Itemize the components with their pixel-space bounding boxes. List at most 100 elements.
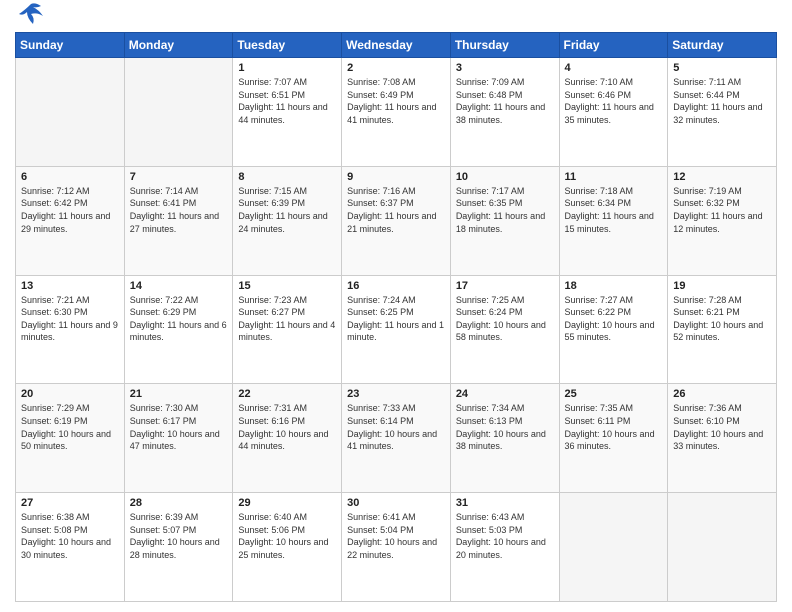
- table-row: 15 Sunrise: 7:23 AM Sunset: 6:27 PM Dayli…: [233, 275, 342, 384]
- day-number: 8: [238, 171, 336, 183]
- day-number: 11: [565, 171, 663, 183]
- col-sunday: Sunday: [16, 33, 125, 58]
- col-friday: Friday: [559, 33, 668, 58]
- day-info: Sunrise: 7:10 AM Sunset: 6:46 PM Dayligh…: [565, 76, 663, 126]
- day-number: 25: [565, 388, 663, 400]
- day-info: Sunrise: 7:11 AM Sunset: 6:44 PM Dayligh…: [673, 76, 771, 126]
- calendar-table: Sunday Monday Tuesday Wednesday Thursday…: [15, 32, 777, 602]
- col-wednesday: Wednesday: [342, 33, 451, 58]
- day-info: Sunrise: 7:35 AM Sunset: 6:11 PM Dayligh…: [565, 402, 663, 452]
- table-row: 16 Sunrise: 7:24 AM Sunset: 6:25 PM Dayli…: [342, 275, 451, 384]
- day-info: Sunrise: 7:28 AM Sunset: 6:21 PM Dayligh…: [673, 294, 771, 344]
- day-info: Sunrise: 7:07 AM Sunset: 6:51 PM Dayligh…: [238, 76, 336, 126]
- col-saturday: Saturday: [668, 33, 777, 58]
- table-row: 3 Sunrise: 7:09 AM Sunset: 6:48 PM Daylig…: [450, 58, 559, 167]
- day-number: 17: [456, 280, 554, 292]
- table-row: 9Sunrise: 7:16 AM Sunset: 6:37 PM Daylig…: [342, 166, 451, 275]
- calendar-week-row: 1 Sunrise: 7:07 AM Sunset: 6:51 PM Daylig…: [16, 58, 777, 167]
- table-row: 12Sunrise: 7:19 AM Sunset: 6:32 PM Dayli…: [668, 166, 777, 275]
- day-info: Sunrise: 6:41 AM Sunset: 5:04 PM Dayligh…: [347, 511, 445, 561]
- day-number: 16: [347, 280, 445, 292]
- table-row: 22 Sunrise: 7:31 AM Sunset: 6:16 PM Dayli…: [233, 384, 342, 493]
- table-row: 23 Sunrise: 7:33 AM Sunset: 6:14 PM Dayli…: [342, 384, 451, 493]
- table-row: 28 Sunrise: 6:39 AM Sunset: 5:07 PM Dayli…: [124, 493, 233, 602]
- day-number: 23: [347, 388, 445, 400]
- table-row: 20Sunrise: 7:29 AM Sunset: 6:19 PM Dayli…: [16, 384, 125, 493]
- table-row: 2Sunrise: 7:08 AM Sunset: 6:49 PM Daylig…: [342, 58, 451, 167]
- day-info: Sunrise: 7:31 AM Sunset: 6:16 PM Dayligh…: [238, 402, 336, 452]
- col-tuesday: Tuesday: [233, 33, 342, 58]
- day-number: 12: [673, 171, 771, 183]
- logo: [15, 10, 45, 24]
- table-row: 7 Sunrise: 7:14 AM Sunset: 6:41 PM Daylig…: [124, 166, 233, 275]
- day-number: 1: [238, 62, 336, 74]
- table-row: 21Sunrise: 7:30 AM Sunset: 6:17 PM Dayli…: [124, 384, 233, 493]
- header: [15, 10, 777, 24]
- day-number: 6: [21, 171, 119, 183]
- day-number: 18: [565, 280, 663, 292]
- day-info: Sunrise: 7:23 AM Sunset: 6:27 PM Dayligh…: [238, 294, 336, 344]
- day-info: Sunrise: 7:30 AM Sunset: 6:17 PM Dayligh…: [130, 402, 228, 452]
- table-row: 27 Sunrise: 6:38 AM Sunset: 5:08 PM Dayli…: [16, 493, 125, 602]
- day-number: 15: [238, 280, 336, 292]
- table-row: 10 Sunrise: 7:17 AM Sunset: 6:35 PM Dayli…: [450, 166, 559, 275]
- day-number: 19: [673, 280, 771, 292]
- table-row: 8 Sunrise: 7:15 AM Sunset: 6:39 PM Daylig…: [233, 166, 342, 275]
- calendar-header-row: Sunday Monday Tuesday Wednesday Thursday…: [16, 33, 777, 58]
- day-info: Sunrise: 6:43 AM Sunset: 5:03 PM Dayligh…: [456, 511, 554, 561]
- day-number: 2: [347, 62, 445, 74]
- day-info: Sunrise: 7:27 AM Sunset: 6:22 PM Dayligh…: [565, 294, 663, 344]
- day-info: Sunrise: 7:17 AM Sunset: 6:35 PM Dayligh…: [456, 185, 554, 235]
- day-number: 30: [347, 497, 445, 509]
- day-number: 13: [21, 280, 119, 292]
- calendar-week-row: 13 Sunrise: 7:21 AM Sunset: 6:30 PM Dayli…: [16, 275, 777, 384]
- page: Sunday Monday Tuesday Wednesday Thursday…: [0, 0, 792, 612]
- table-row: 30 Sunrise: 6:41 AM Sunset: 5:04 PM Dayli…: [342, 493, 451, 602]
- calendar-week-row: 27 Sunrise: 6:38 AM Sunset: 5:08 PM Dayli…: [16, 493, 777, 602]
- table-row: 19 Sunrise: 7:28 AM Sunset: 6:21 PM Dayli…: [668, 275, 777, 384]
- table-row: 6Sunrise: 7:12 AM Sunset: 6:42 PM Daylig…: [16, 166, 125, 275]
- table-row: 29 Sunrise: 6:40 AM Sunset: 5:06 PM Dayli…: [233, 493, 342, 602]
- day-info: Sunrise: 6:39 AM Sunset: 5:07 PM Dayligh…: [130, 511, 228, 561]
- table-row: 14Sunrise: 7:22 AM Sunset: 6:29 PM Dayli…: [124, 275, 233, 384]
- day-number: 29: [238, 497, 336, 509]
- day-info: Sunrise: 6:38 AM Sunset: 5:08 PM Dayligh…: [21, 511, 119, 561]
- day-info: Sunrise: 7:36 AM Sunset: 6:10 PM Dayligh…: [673, 402, 771, 452]
- day-info: Sunrise: 7:14 AM Sunset: 6:41 PM Dayligh…: [130, 185, 228, 235]
- col-thursday: Thursday: [450, 33, 559, 58]
- day-number: 22: [238, 388, 336, 400]
- table-row: 1 Sunrise: 7:07 AM Sunset: 6:51 PM Daylig…: [233, 58, 342, 167]
- day-info: Sunrise: 7:09 AM Sunset: 6:48 PM Dayligh…: [456, 76, 554, 126]
- table-row: [559, 493, 668, 602]
- table-row: [16, 58, 125, 167]
- day-number: 27: [21, 497, 119, 509]
- day-info: Sunrise: 7:33 AM Sunset: 6:14 PM Dayligh…: [347, 402, 445, 452]
- day-number: 24: [456, 388, 554, 400]
- table-row: 26Sunrise: 7:36 AM Sunset: 6:10 PM Dayli…: [668, 384, 777, 493]
- table-row: 24 Sunrise: 7:34 AM Sunset: 6:13 PM Dayli…: [450, 384, 559, 493]
- day-number: 31: [456, 497, 554, 509]
- col-monday: Monday: [124, 33, 233, 58]
- day-info: Sunrise: 7:34 AM Sunset: 6:13 PM Dayligh…: [456, 402, 554, 452]
- day-info: Sunrise: 7:21 AM Sunset: 6:30 PM Dayligh…: [21, 294, 119, 344]
- day-number: 7: [130, 171, 228, 183]
- day-number: 4: [565, 62, 663, 74]
- day-number: 10: [456, 171, 554, 183]
- calendar-week-row: 6Sunrise: 7:12 AM Sunset: 6:42 PM Daylig…: [16, 166, 777, 275]
- day-info: Sunrise: 7:25 AM Sunset: 6:24 PM Dayligh…: [456, 294, 554, 344]
- day-info: Sunrise: 7:24 AM Sunset: 6:25 PM Dayligh…: [347, 294, 445, 344]
- table-row: 17 Sunrise: 7:25 AM Sunset: 6:24 PM Dayli…: [450, 275, 559, 384]
- day-info: Sunrise: 7:15 AM Sunset: 6:39 PM Dayligh…: [238, 185, 336, 235]
- day-number: 28: [130, 497, 228, 509]
- day-number: 5: [673, 62, 771, 74]
- table-row: 11Sunrise: 7:18 AM Sunset: 6:34 PM Dayli…: [559, 166, 668, 275]
- day-info: Sunrise: 7:29 AM Sunset: 6:19 PM Dayligh…: [21, 402, 119, 452]
- day-info: Sunrise: 7:16 AM Sunset: 6:37 PM Dayligh…: [347, 185, 445, 235]
- day-number: 3: [456, 62, 554, 74]
- table-row: 18 Sunrise: 7:27 AM Sunset: 6:22 PM Dayli…: [559, 275, 668, 384]
- calendar-week-row: 20Sunrise: 7:29 AM Sunset: 6:19 PM Dayli…: [16, 384, 777, 493]
- day-info: Sunrise: 6:40 AM Sunset: 5:06 PM Dayligh…: [238, 511, 336, 561]
- day-info: Sunrise: 7:22 AM Sunset: 6:29 PM Dayligh…: [130, 294, 228, 344]
- table-row: 25 Sunrise: 7:35 AM Sunset: 6:11 PM Dayli…: [559, 384, 668, 493]
- table-row: 31 Sunrise: 6:43 AM Sunset: 5:03 PM Dayli…: [450, 493, 559, 602]
